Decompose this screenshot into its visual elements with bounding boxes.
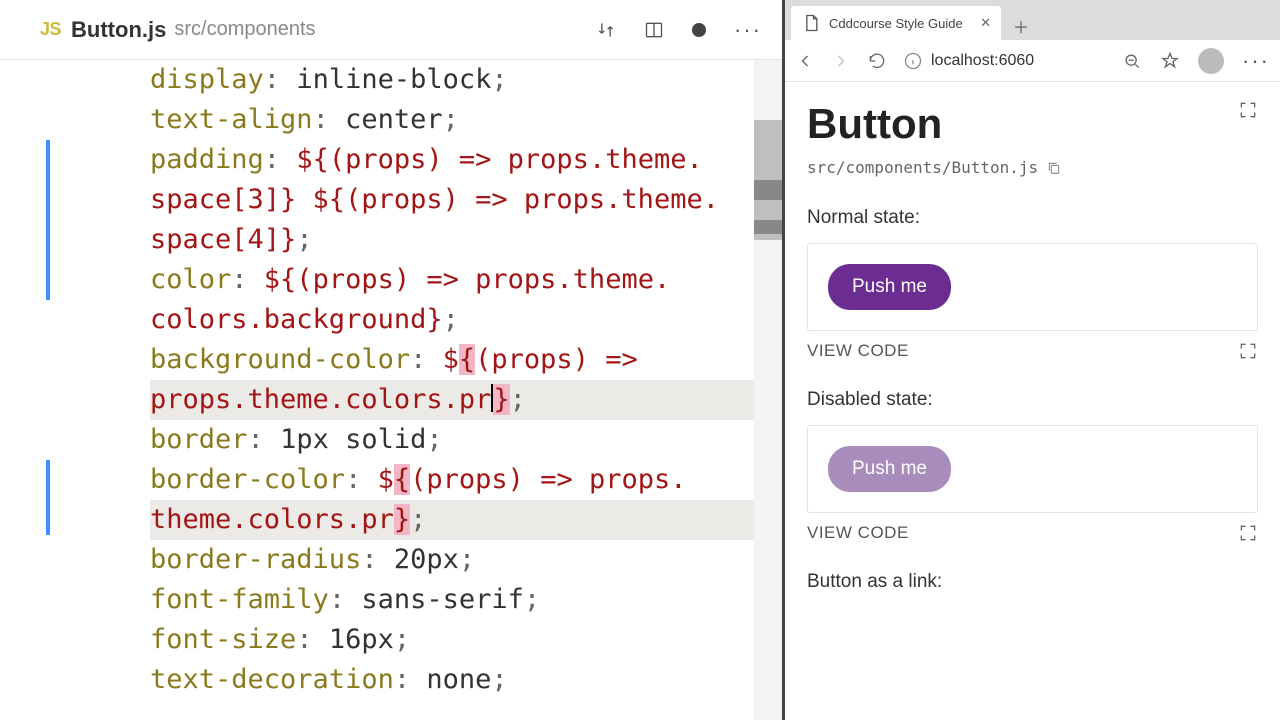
js-file-icon: JS xyxy=(40,19,61,40)
forward-icon[interactable] xyxy=(831,51,851,71)
code-line[interactable]: space[3]} ${(props) => props.theme. xyxy=(150,180,762,220)
browser-toolbar: localhost:6060 ··· xyxy=(785,40,1280,82)
page-title: Button xyxy=(807,100,1258,148)
code-line[interactable]: border: 1px solid; xyxy=(150,420,762,460)
favorite-icon[interactable] xyxy=(1160,51,1180,71)
change-bar xyxy=(46,140,50,300)
code-line[interactable]: theme.colors.pr}; xyxy=(150,500,762,540)
browser-menu-icon[interactable]: ··· xyxy=(1242,48,1270,74)
code-line[interactable]: text-decoration: none; xyxy=(150,660,762,700)
new-tab-button[interactable]: ＋ xyxy=(1007,12,1035,40)
section-label: Disabled state: xyxy=(807,389,1258,411)
change-bar xyxy=(46,460,50,535)
compare-changes-icon[interactable] xyxy=(596,20,616,40)
view-code-row: VIEW CODE xyxy=(807,523,1258,543)
unsaved-indicator-icon xyxy=(692,23,706,37)
editor-titlebar: JS Button.js src/components ··· xyxy=(0,0,782,60)
component-path-text: src/components/Button.js xyxy=(807,158,1038,177)
page-content: Button src/components/Button.js Normal s… xyxy=(785,82,1280,720)
code-line[interactable]: display: inline-block; xyxy=(150,60,762,100)
split-editor-icon[interactable] xyxy=(644,20,664,40)
example-button-primary[interactable]: Push me xyxy=(828,264,951,310)
code-line[interactable]: props.theme.colors.pr}; xyxy=(150,380,762,420)
site-info-icon[interactable] xyxy=(903,51,923,71)
code-line[interactable]: color: ${(props) => props.theme. xyxy=(150,260,762,300)
section-label: Normal state: xyxy=(807,207,1258,229)
example-box: Push me xyxy=(807,425,1258,513)
section-label: Button as a link: xyxy=(807,571,1258,593)
tab-title: Cddcourse Style Guide xyxy=(829,16,963,31)
minimap[interactable] xyxy=(754,60,782,720)
view-code-button[interactable]: VIEW CODE xyxy=(807,523,909,543)
component-path: src/components/Button.js xyxy=(807,158,1258,177)
editor-body[interactable]: display: inline-block;text-align: center… xyxy=(0,60,782,720)
code-line[interactable]: padding: ${(props) => props.theme. xyxy=(150,140,762,180)
open-file-name[interactable]: Button.js xyxy=(71,17,166,43)
minimap-thumb[interactable] xyxy=(754,220,782,234)
code-line[interactable]: text-align: center; xyxy=(150,100,762,140)
copy-path-icon[interactable] xyxy=(1046,160,1062,176)
code-line[interactable]: background-color: ${(props) => xyxy=(150,340,762,380)
browser-tab[interactable]: Cddcourse Style Guide ✕ xyxy=(791,6,1001,40)
code-line[interactable]: space[4]}; xyxy=(150,220,762,260)
fullscreen-icon[interactable] xyxy=(1238,341,1258,361)
minimap-thumb[interactable] xyxy=(754,180,782,200)
page-icon xyxy=(801,13,821,33)
close-tab-icon[interactable]: ✕ xyxy=(980,15,991,31)
code-line[interactable]: border-radius: 20px; xyxy=(150,540,762,580)
code-line[interactable]: colors.background}; xyxy=(150,300,762,340)
view-code-button[interactable]: VIEW CODE xyxy=(807,341,909,361)
back-icon[interactable] xyxy=(795,51,815,71)
browser-pane: Cddcourse Style Guide ✕ ＋ localhost:6060… xyxy=(785,0,1280,720)
url-text: localhost:6060 xyxy=(931,52,1034,70)
open-file-path: src/components xyxy=(174,18,315,41)
fullscreen-icon[interactable] xyxy=(1238,100,1258,120)
code-line[interactable]: font-size: 16px; xyxy=(150,620,762,660)
fullscreen-icon[interactable] xyxy=(1238,523,1258,543)
view-code-row: VIEW CODE xyxy=(807,341,1258,361)
example-button-disabled[interactable]: Push me xyxy=(828,446,951,492)
zoom-icon[interactable] xyxy=(1122,51,1142,71)
profile-avatar-icon[interactable] xyxy=(1198,48,1224,74)
editor-gutter xyxy=(0,60,90,720)
code-editor-pane: JS Button.js src/components ··· display:… xyxy=(0,0,785,720)
example-box: Push me xyxy=(807,243,1258,331)
refresh-icon[interactable] xyxy=(867,51,887,71)
code-line[interactable]: font-family: sans-serif; xyxy=(150,580,762,620)
address-bar[interactable]: localhost:6060 xyxy=(903,51,1034,71)
code-line[interactable]: border-color: ${(props) => props. xyxy=(150,460,762,500)
more-actions-icon[interactable]: ··· xyxy=(734,17,762,43)
code-area[interactable]: display: inline-block;text-align: center… xyxy=(90,60,782,720)
browser-tabstrip: Cddcourse Style Guide ✕ ＋ xyxy=(785,0,1280,40)
